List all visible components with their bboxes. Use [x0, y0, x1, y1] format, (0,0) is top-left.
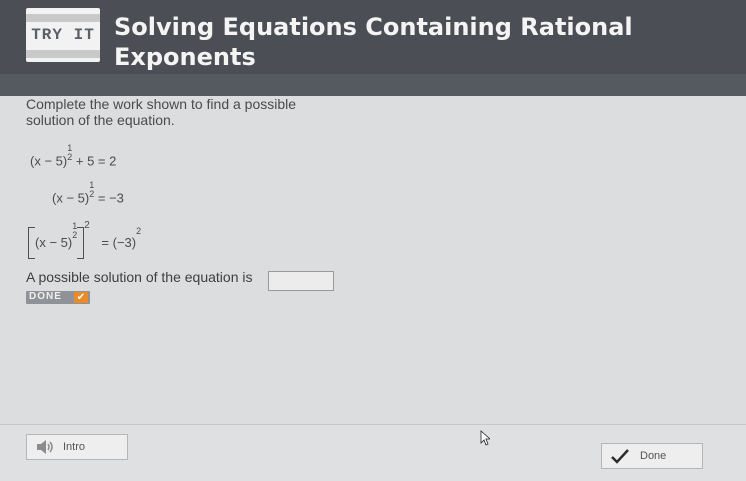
header-bar: TRY IT Solving Equations Containing Rati…	[0, 0, 746, 96]
done-label: Done	[640, 450, 667, 462]
intro-button[interactable]: Intro	[26, 434, 128, 460]
badge-stripe	[26, 14, 100, 22]
eq3-rest-exponent: 2	[136, 226, 142, 236]
equation-line-2: (x − 5) 1 2 = −3	[52, 180, 124, 206]
eq3-outer-exponent: 2	[84, 220, 90, 231]
eq1-rest: + 5 = 2	[75, 153, 117, 169]
done-check-label: DONE	[29, 291, 62, 302]
equation-line-1: (x − 5) 1 2 + 5 = 2	[30, 143, 117, 169]
intro-label: Intro	[63, 441, 86, 453]
answer-prompt: A possible solution of the equation is	[26, 269, 253, 285]
badge-stripe	[26, 50, 100, 58]
page-title: Solving Equations Containing Rational Ex…	[114, 13, 633, 71]
equation-line-3: (x − 5) 1 2 2 = (−3)2	[28, 220, 141, 259]
try-it-badge: TRY IT	[26, 8, 100, 62]
done-button[interactable]: Done	[601, 443, 703, 469]
eq1-exponent: 12	[67, 143, 73, 162]
eq3-rest: = (−3)	[101, 235, 137, 251]
eq2-rest: = −3	[97, 190, 124, 206]
eq1-base: (x − 5)	[30, 153, 68, 169]
instructions-text: Complete the work shown to find a possib…	[26, 96, 297, 128]
eq3-base: (x − 5)	[35, 235, 73, 251]
checkmark-icon	[611, 449, 629, 464]
right-bracket	[77, 226, 85, 259]
left-bracket	[28, 226, 35, 259]
mouse-pointer-icon	[480, 430, 490, 446]
check-icon: ✔	[74, 292, 88, 303]
speaker-icon	[37, 440, 53, 454]
done-check-button[interactable]: DONE ✔	[26, 291, 90, 304]
eq2-exponent: 12	[89, 180, 95, 199]
header-band	[0, 74, 746, 96]
answer-input[interactable]	[268, 271, 334, 291]
eq2-base: (x − 5)	[52, 190, 90, 206]
badge-label: TRY IT	[31, 26, 95, 44]
